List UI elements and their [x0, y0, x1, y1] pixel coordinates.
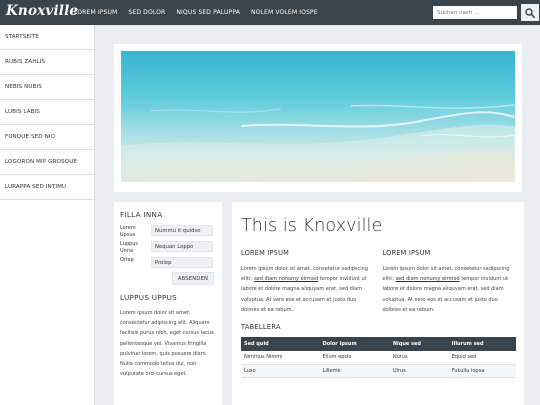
nav-item-lorem-ipsum[interactable]: LOREM IPSUM [74, 9, 117, 16]
sidebar-item-funque-sed-nio[interactable]: FUNQUE SED NIO [0, 125, 94, 150]
site-logo[interactable]: Knoxville [6, 3, 78, 19]
filter-title: FILLA INNA [120, 210, 163, 219]
filter-row: Luppus Unna Nequan Loppo [120, 241, 216, 254]
filter-panel: FILLA INNA Lorem Upsus Nummu it quidse L… [114, 202, 222, 405]
column-left: LOREM IPSUM Lorem ipsum dolor sit amet, … [241, 249, 374, 315]
column-left-heading: LOREM IPSUM [241, 249, 289, 257]
column-right: LOREM IPSUM Lorem ipsum dolor sit amet, … [383, 249, 516, 315]
sidebar-item-nebis-nubis[interactable]: NEBIS NUBIS [0, 75, 94, 100]
nav-item-sed-dolor[interactable]: SED DOLOR [128, 9, 165, 16]
table-header-cell: Illurum sed [448, 337, 516, 352]
table-cell: Equid sed [448, 351, 516, 365]
submit-button[interactable]: ABSENDEN [172, 272, 214, 285]
top-navigation-bar: Knoxville LOREM IPSUM SED DOLOR NIQUS SE… [0, 0, 540, 25]
sidebar-item-lurappa-sed-intimu[interactable]: LURAPPA SED INTIMU [0, 175, 94, 200]
text-columns: LOREM IPSUM Lorem ipsum dolor sit amet, … [241, 249, 515, 315]
sidebar-item-logoron-mip-grosque[interactable]: LOGORON MIP GROSQUE [0, 150, 94, 175]
filter-field-luppus-unna[interactable]: Nequan Loppo [151, 241, 213, 252]
table-header-cell: Dolor Ipsum [319, 337, 390, 352]
hero-beach-image [121, 51, 515, 182]
sidebar: STARTSEITE RUBIS ZAHLIS NEBIS NUBIS LUBI… [0, 25, 95, 405]
table-cell: Ulrus [389, 364, 449, 378]
data-table: Sed quid Dolor Ipsum Nique sed Illurum s… [241, 337, 516, 378]
nav-item-nolem-volem-iospe[interactable]: NOLEM VOLEM IOSPE [251, 9, 318, 16]
column-right-link[interactable]: sed diam nonumy eirmod [396, 276, 460, 282]
table-cell: Ellum epsio [319, 351, 390, 365]
page-title: This is Knoxville [241, 216, 383, 236]
filter-field-orlep[interactable]: Prolep [151, 257, 213, 268]
main-content: This is Knoxville LOREM IPSUM Lorem ipsu… [232, 202, 524, 405]
table-header-cell: Sed quid [241, 337, 320, 352]
main-nav: LOREM IPSUM SED DOLOR NIQUS SED PALUPPA … [74, 0, 329, 25]
luppus-uppus-heading: LUPPUS UPPUS [120, 293, 178, 302]
column-right-heading: LOREM IPSUM [382, 249, 431, 257]
table-cell: Lilleme [319, 364, 390, 378]
sidebar-item-lubis-labis[interactable]: LUBIS LABIS [0, 100, 94, 125]
filter-row: Orlep Prolep [120, 257, 216, 268]
search-input[interactable] [433, 6, 517, 19]
filter-label-luppus-unna: Luppus Unna [120, 241, 138, 254]
table-header-row: Sed quid Dolor Ipsum Nique sed Illurum s… [241, 337, 516, 352]
search-icon [525, 7, 535, 18]
hero-image-frame [114, 44, 522, 192]
table-row: Luso Lilleme Ulrus Fukullu lopsa [241, 364, 516, 378]
filter-label-lorem-upsus: Lorem Upsus [120, 225, 136, 238]
table-cell: Nurus [389, 351, 449, 365]
table-row: Nimmus Nimmi Ellum epsio Nurus Equid sed [241, 351, 516, 365]
column-left-text: Lorem ipsum dolor sit amet, consetetur s… [241, 264, 374, 315]
filter-field-lorem-upsus[interactable]: Nummu it quidse [151, 225, 213, 236]
table-cell: Nimmus Nimmi [241, 351, 320, 365]
table-title: TABELLERA [241, 323, 281, 332]
table-header-cell: Nique sed [389, 337, 449, 352]
column-right-text: Lorem ipsum dolor sit amet, consetetur s… [383, 264, 516, 315]
column-left-link[interactable]: sed diam nonumy eirmod [254, 276, 318, 282]
nav-item-niqus-sed-paluppa[interactable]: NIQUS SED PALUPPA [176, 9, 240, 16]
luppus-uppus-text: Lorem ipsum dolor sit amet, consectetur … [120, 310, 214, 378]
table-cell: Fukullu lopsa [448, 364, 516, 378]
sidebar-item-startseite[interactable]: STARTSEITE [0, 25, 94, 50]
filter-label-orlep: Orlep [120, 257, 134, 263]
search-button[interactable] [521, 4, 539, 21]
filter-row: Lorem Upsus Nummu it quidse [120, 225, 216, 238]
sidebar-item-rubis-zahlis[interactable]: RUBIS ZAHLIS [0, 50, 94, 75]
table-cell: Luso [241, 364, 320, 378]
